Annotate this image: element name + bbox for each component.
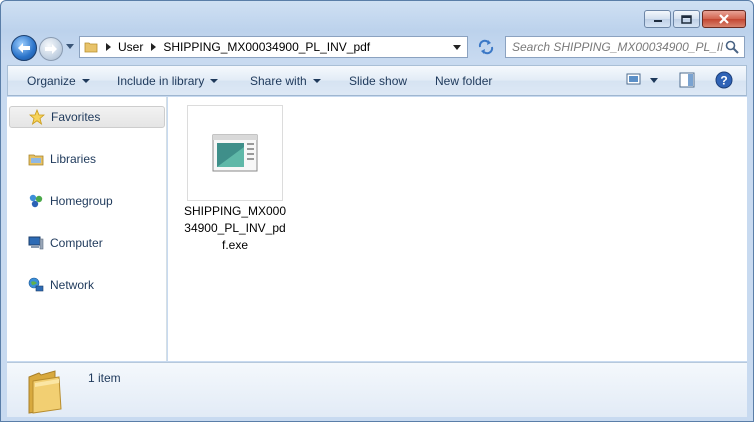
item-count: 1 item <box>88 371 121 385</box>
nav-label-homegroup: Homegroup <box>50 194 113 208</box>
new-folder-button[interactable]: New folder <box>435 66 492 95</box>
search-icon[interactable] <box>723 38 741 56</box>
breadcrumb-user[interactable]: User <box>118 40 143 54</box>
minimize-icon <box>653 20 662 22</box>
refresh-button[interactable] <box>471 36 501 58</box>
folder-icon <box>84 42 98 53</box>
recent-pages-dropdown[interactable] <box>66 44 74 49</box>
breadcrumb-separator-icon[interactable] <box>151 43 157 51</box>
maximize-icon <box>681 14 692 24</box>
star-icon <box>29 109 45 125</box>
nav-item-network[interactable]: Network <box>9 274 165 296</box>
navigation-pane: Favorites Libraries Homegroup Computer N… <box>7 97 167 361</box>
back-button[interactable] <box>11 35 37 61</box>
caption-buttons <box>644 10 746 28</box>
nav-label-libraries: Libraries <box>50 152 97 166</box>
chevron-down-icon <box>650 78 658 83</box>
file-list-pane: SHIPPING_MX00034900_PL_INV_pdf.exe <box>168 97 747 361</box>
details-pane: 1 item <box>7 362 747 417</box>
breadcrumb-separator-icon[interactable] <box>106 43 111 51</box>
back-arrow-icon <box>18 43 30 53</box>
chevron-down-icon <box>312 78 321 83</box>
organize-menu[interactable]: Organize <box>27 66 90 95</box>
view-icon <box>626 73 641 85</box>
libraries-icon <box>28 154 44 166</box>
preview-pane-icon <box>679 72 695 88</box>
include-in-library-menu[interactable]: Include in library <box>117 66 219 95</box>
organize-label: Organize <box>27 73 76 88</box>
address-history-dropdown[interactable] <box>453 45 461 50</box>
slide-show-button[interactable]: Slide show <box>349 66 407 95</box>
close-icon <box>719 14 729 24</box>
breadcrumb-current-folder[interactable]: SHIPPING_MX00034900_PL_INV_pdf <box>163 40 370 54</box>
change-view-button[interactable] <box>626 72 642 89</box>
nav-item-libraries[interactable]: Libraries <box>9 148 165 170</box>
nav-item-homegroup[interactable]: Homegroup <box>9 190 165 212</box>
explorer-window: User SHIPPING_MX00034900_PL_INV_pdf Orga… <box>0 0 754 422</box>
search-input[interactable] <box>506 38 723 56</box>
nav-label-favorites: Favorites <box>51 110 101 124</box>
homegroup-icon <box>29 194 43 208</box>
nav-item-computer[interactable]: Computer <box>9 232 165 254</box>
computer-icon <box>28 236 44 250</box>
file-item[interactable]: SHIPPING_MX00034900_PL_INV_pdf.exe <box>184 105 286 253</box>
slide-show-label: Slide show <box>349 73 408 88</box>
svg-text:?: ? <box>720 74 727 88</box>
address-bar[interactable]: User SHIPPING_MX00034900_PL_INV_pdf <box>79 36 468 58</box>
maximize-button[interactable] <box>673 10 700 28</box>
include-in-library-label: Include in library <box>117 73 205 88</box>
refresh-icon <box>478 39 494 55</box>
new-folder-label: New folder <box>435 73 493 88</box>
chevron-down-icon <box>210 78 219 83</box>
close-button[interactable] <box>702 10 746 28</box>
exe-window-icon <box>212 134 258 172</box>
chevron-down-icon <box>81 78 90 83</box>
folder-large-icon <box>28 370 62 414</box>
nav-item-favorites[interactable]: Favorites <box>9 106 165 128</box>
minimize-button[interactable] <box>644 10 671 28</box>
preview-pane-button[interactable] <box>679 72 695 91</box>
share-with-label: Share with <box>250 73 307 88</box>
navigation-row: User SHIPPING_MX00034900_PL_INV_pdf <box>9 33 749 61</box>
help-icon: ? <box>715 71 733 89</box>
file-thumbnail[interactable] <box>187 105 283 201</box>
forward-button[interactable] <box>39 37 63 61</box>
file-name-label[interactable]: SHIPPING_MX00034900_PL_INV_pdf.exe <box>181 203 289 254</box>
more-views-dropdown[interactable] <box>650 78 658 83</box>
forward-arrow-icon <box>45 44 57 54</box>
network-icon <box>28 277 44 292</box>
nav-label-computer: Computer <box>50 236 103 250</box>
search-box[interactable] <box>505 36 745 58</box>
command-bar: Organize Include in library Share with S… <box>7 65 747 96</box>
nav-label-network: Network <box>50 278 95 292</box>
share-with-menu[interactable]: Share with <box>250 66 321 95</box>
help-button[interactable]: ? <box>715 71 733 92</box>
